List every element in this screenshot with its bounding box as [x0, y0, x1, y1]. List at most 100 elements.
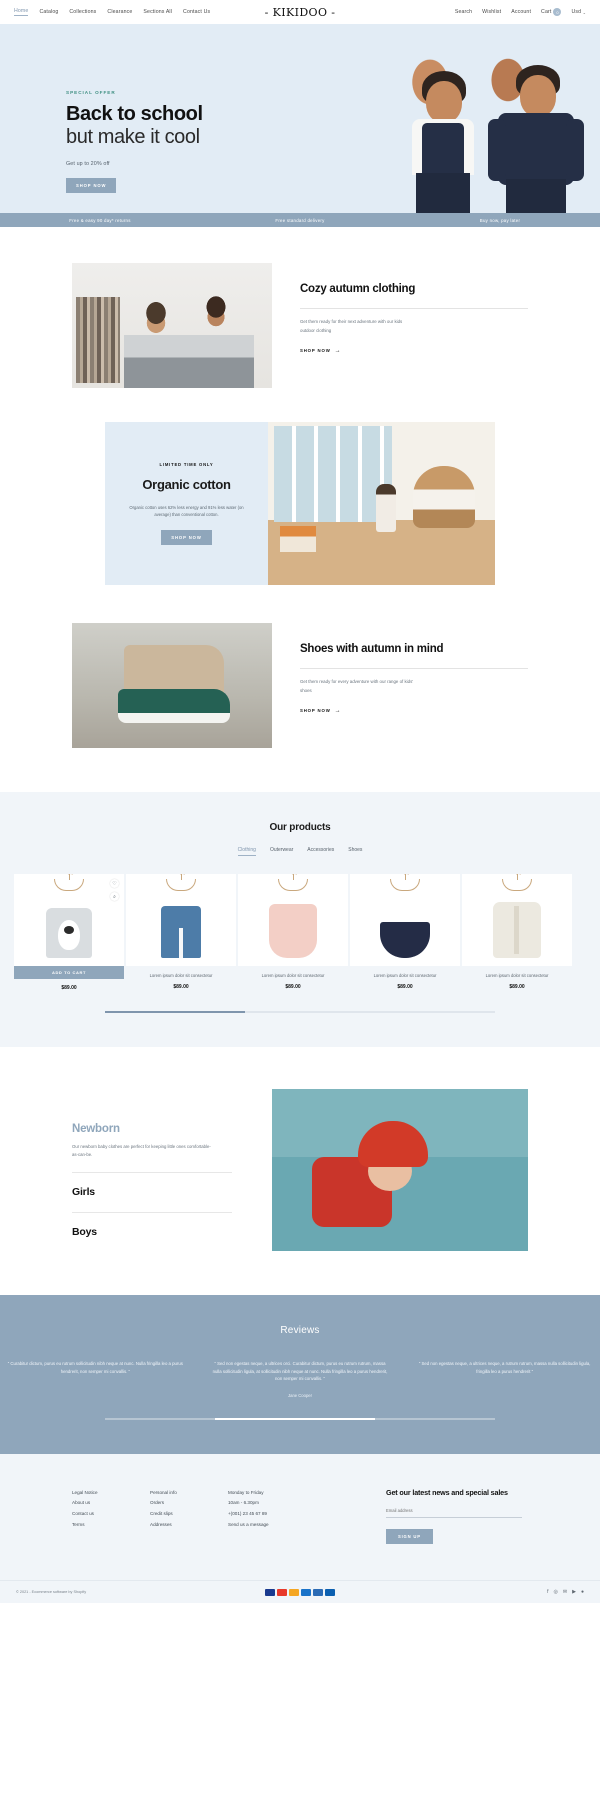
wishlist-heart-icon[interactable]: ♡: [110, 879, 119, 888]
product-card[interactable]: Lorem ipsum dolor sit consectetur $89.00: [126, 874, 236, 991]
product-image: ♡ ⌕: [14, 874, 124, 966]
nav-item-collections[interactable]: Collections: [69, 9, 96, 15]
window-decor: [274, 426, 392, 522]
product-name: Lorem ipsum dolor sit consectetur: [261, 973, 325, 978]
hero-eyebrow: SPECIAL OFFER: [66, 90, 116, 95]
newborn-link-boys[interactable]: Boys: [72, 1226, 272, 1238]
product-card[interactable]: Lorem ipsum dolor sit consectetur $89.00: [350, 874, 460, 991]
footer-link-contact-us[interactable]: Contact us: [72, 1509, 150, 1520]
feature-desc-cozy: Get them ready for their next adventure …: [300, 319, 403, 333]
account-link[interactable]: Account: [511, 9, 531, 15]
reviews-heading: Reviews: [280, 1324, 320, 1336]
footer-bottom-bar: © 2021 - Ecommerce software by Shopify f…: [0, 1580, 600, 1604]
quick-view-icon[interactable]: ⌕: [110, 892, 119, 901]
newsletter-signup-button[interactable]: SIGN UP: [386, 1529, 433, 1545]
facebook-icon[interactable]: f: [547, 1589, 548, 1595]
footer-link-terms[interactable]: Terms: [72, 1520, 150, 1531]
payment-icon-mastercard: [277, 1589, 287, 1596]
hanger-icon: [390, 874, 420, 891]
nav-item-catalog[interactable]: Catalog: [39, 9, 58, 15]
nav-item-sections-all[interactable]: Sections All: [143, 9, 172, 15]
product-card[interactable]: ♡ ⌕ ADD TO CART $89.00: [14, 874, 124, 991]
site-logo[interactable]: - KIKIDOO -: [265, 6, 336, 19]
toy-house-decor: [280, 526, 316, 552]
chair-decor: [413, 466, 475, 528]
review-text: ” Sed non egestas neque, a ultrices orci…: [212, 1360, 388, 1382]
benefit-payments: Buy now, pay later: [479, 217, 521, 223]
footer-link-orders[interactable]: Orders: [150, 1498, 228, 1509]
carousel-scrollbar-thumb[interactable]: [105, 1011, 245, 1013]
newborn-section: Newborn Our newborn baby clothes are per…: [72, 1088, 528, 1251]
product-name: Lorem ipsum dolor sit consectetur: [485, 973, 549, 978]
youtube-icon[interactable]: ▶: [572, 1589, 576, 1595]
product-garment-penguin-sweater: [46, 908, 92, 958]
product-carousel[interactable]: ♡ ⌕ ADD TO CART $89.00 Lorem ipsum dolor…: [0, 874, 600, 991]
product-image: [350, 874, 460, 966]
nav-item-contact-us[interactable]: Contact Us: [183, 9, 210, 15]
utility-navigation: Search Wishlist Account Cart 0 Usd ⌄: [455, 8, 586, 16]
footer-link-about-us[interactable]: About us: [72, 1498, 150, 1509]
hero-copy: SPECIAL OFFER Back to school but make it…: [66, 90, 203, 193]
footer-link-personal-info[interactable]: Personal info: [150, 1488, 228, 1499]
feature-image-cozy-clothing: [72, 263, 272, 388]
site-header: Home Catalog Collections Clearance Secti…: [0, 0, 600, 24]
hero-title: Back to school: [66, 103, 203, 125]
footer-phone-number[interactable]: +(001) 23 45 67 89: [228, 1509, 326, 1520]
nav-item-clearance[interactable]: Clearance: [107, 9, 132, 15]
review-text: ” Curabitur dictum, purus eu rutrum soll…: [7, 1360, 183, 1374]
product-card[interactable]: Lorem ipsum dolor sit consectetur $89.00: [462, 874, 572, 991]
main-navigation: Home Catalog Collections Clearance Secti…: [14, 8, 210, 16]
tab-outerwear[interactable]: Outerwear: [270, 847, 293, 856]
divider: [300, 668, 528, 670]
divider: [300, 308, 528, 310]
cart-count-badge: 0: [553, 8, 562, 16]
footer-link-send-message[interactable]: Send us a message: [228, 1520, 326, 1531]
hero-model-right: [486, 63, 586, 213]
benefit-returns: Free & easy 90 day* returns: [69, 217, 131, 223]
tab-shoes[interactable]: Shoes: [348, 847, 362, 856]
reviews-section: Reviews ” Curabitur dictum, purus eu rut…: [0, 1294, 600, 1454]
footer-link-addresses[interactable]: Addresses: [150, 1520, 228, 1531]
product-price: $89.00: [285, 984, 301, 990]
tab-accessories[interactable]: Accessories: [307, 847, 334, 856]
feature-shop-now-shoes[interactable]: SHOP NOW →: [300, 708, 341, 714]
carousel-scrollbar[interactable]: [105, 1011, 495, 1013]
newsletter-email-input[interactable]: [386, 1508, 522, 1519]
reviews-scrollbar-thumb[interactable]: [215, 1418, 375, 1420]
cart-link[interactable]: Cart 0: [541, 8, 562, 16]
instagram-icon[interactable]: ◎: [554, 1589, 558, 1595]
review-text: ” Sed non egestas neque, a ultrices nequ…: [418, 1360, 591, 1374]
nav-item-home[interactable]: Home: [14, 8, 29, 16]
reviews-scrollbar[interactable]: [105, 1418, 495, 1420]
site-footer: Legal Notice About us Contact us Terms P…: [0, 1453, 600, 1604]
footer-link-credit-slips[interactable]: Credit slips: [150, 1509, 228, 1520]
product-garment-jeans: [161, 906, 201, 958]
arrow-right-icon: →: [334, 707, 342, 714]
product-name: Lorem ipsum dolor sit consectetur: [149, 973, 213, 978]
footer-hours-days: Monday to Friday: [228, 1489, 264, 1495]
hero-banner: SPECIAL OFFER Back to school but make it…: [0, 24, 600, 213]
feature-desc-shoes: Get them ready for every adventure with …: [300, 679, 414, 693]
wishlist-link[interactable]: Wishlist: [482, 9, 501, 15]
chevron-down-icon: ⌄: [582, 9, 586, 15]
organic-cotton-image: [268, 422, 495, 585]
feature-image-shoes: [72, 623, 272, 748]
reviews-carousel[interactable]: ” Curabitur dictum, purus eu rutrum soll…: [0, 1360, 600, 1401]
tab-clothing[interactable]: Clothing: [237, 847, 256, 856]
newborn-link-girls[interactable]: Girls: [72, 1186, 272, 1198]
organic-cotton-banner: LIMITED TIME ONLY Organic cotton Organic…: [105, 422, 495, 585]
twitter-icon[interactable]: ✉: [563, 1589, 567, 1595]
newborn-heading: Newborn: [72, 1122, 120, 1135]
hanger-icon: [166, 874, 196, 891]
product-garment-cream-coat: [493, 902, 541, 958]
organic-shop-now-button[interactable]: SHOP NOW: [161, 529, 212, 545]
hero-shop-now-button[interactable]: SHOP NOW: [66, 177, 117, 193]
add-to-cart-button[interactable]: ADD TO CART: [14, 966, 124, 979]
currency-selector[interactable]: Usd ⌄: [571, 9, 586, 15]
product-card[interactable]: Lorem ipsum dolor sit consectetur $89.00: [238, 874, 348, 991]
product-image: [462, 874, 572, 966]
footer-link-legal-notice[interactable]: Legal Notice: [72, 1488, 150, 1499]
search-button[interactable]: Search: [455, 9, 472, 15]
pinterest-icon[interactable]: ●: [581, 1589, 584, 1595]
feature-shop-now-cozy[interactable]: SHOP NOW →: [300, 348, 341, 354]
